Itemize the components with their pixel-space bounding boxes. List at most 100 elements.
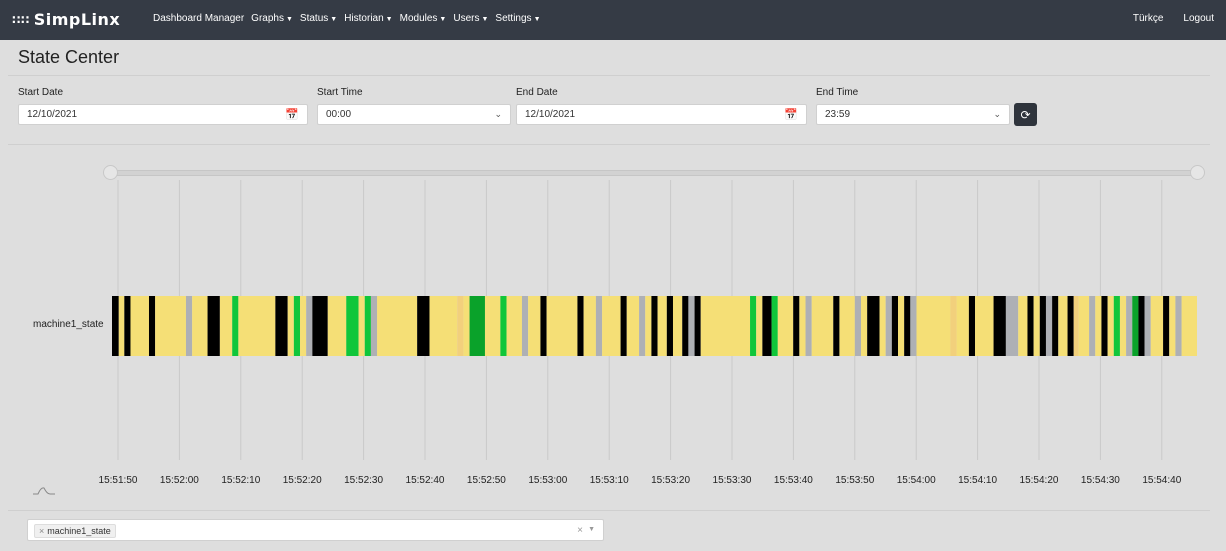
- clear-selection-icon[interactable]: ×: [577, 525, 583, 536]
- state-segment-yellow[interactable]: [429, 296, 458, 356]
- state-segment-yellow[interactable]: [700, 296, 751, 356]
- state-segment-yellow[interactable]: [756, 296, 763, 356]
- state-segment-yellow[interactable]: [300, 296, 307, 356]
- state-segment-yellow[interactable]: [1033, 296, 1040, 356]
- state-segment-black[interactable]: [275, 296, 288, 356]
- state-segment-gray[interactable]: [805, 296, 812, 356]
- state-segment-yellow[interactable]: [657, 296, 667, 356]
- state-segment-gray[interactable]: [688, 296, 695, 356]
- state-segment-gray[interactable]: [910, 296, 917, 356]
- state-segment-yellow[interactable]: [118, 296, 125, 356]
- state-segment-gray[interactable]: [370, 296, 378, 356]
- state-segment-yellow[interactable]: [219, 296, 233, 356]
- state-segment-gray[interactable]: [306, 296, 313, 356]
- series-tag[interactable]: × machine1_state: [34, 524, 116, 538]
- state-segment-yellow[interactable]: [1169, 296, 1176, 356]
- range-slider-track[interactable]: [110, 170, 1204, 176]
- nav-item-users[interactable]: Users ▼: [453, 13, 488, 24]
- state-segment-yellow[interactable]: [155, 296, 186, 356]
- state-segment-black[interactable]: [904, 296, 911, 356]
- start-date-input[interactable]: 12/10/2021 📅: [18, 104, 308, 125]
- state-segment-yellow[interactable]: [811, 296, 834, 356]
- state-segment-yellow[interactable]: [602, 296, 621, 356]
- state-segment-black[interactable]: [1163, 296, 1170, 356]
- state-segment-yellow[interactable]: [546, 296, 578, 356]
- state-segment-yellow[interactable]: [528, 296, 541, 356]
- range-slider-right-handle[interactable]: [1190, 165, 1205, 180]
- nav-item-graphs[interactable]: Graphs ▼: [251, 13, 293, 24]
- state-segment-yellow[interactable]: [358, 296, 365, 356]
- state-segment-gray[interactable]: [1175, 296, 1182, 356]
- state-segment-gray[interactable]: [185, 296, 193, 356]
- state-segment-yellow[interactable]: [975, 296, 994, 356]
- state-segment-yellow[interactable]: [956, 296, 969, 356]
- state-segment-green[interactable]: [750, 296, 757, 356]
- nav-item-status[interactable]: Status ▼: [300, 13, 337, 24]
- state-segment-green[interactable]: [232, 296, 239, 356]
- state-segment-yellow[interactable]: [287, 296, 294, 356]
- state-segment-gray[interactable]: [639, 296, 646, 356]
- chevron-down-icon[interactable]: ▼: [588, 526, 595, 533]
- state-segment-yellow[interactable]: [506, 296, 522, 356]
- brand-logo[interactable]: ∷∷ SimpLinx: [12, 10, 120, 29]
- state-segment-yellow[interactable]: [583, 296, 596, 356]
- state-segment-gray[interactable]: [1089, 296, 1096, 356]
- state-segment-green[interactable]: [346, 296, 359, 356]
- state-segment-black[interactable]: [891, 296, 898, 356]
- state-segment-gray[interactable]: [1005, 296, 1019, 356]
- state-segment-yellow[interactable]: [1078, 296, 1090, 356]
- state-segment-yellow[interactable]: [898, 296, 905, 356]
- state-segment-black[interactable]: [1138, 296, 1145, 356]
- state-segment-black[interactable]: [417, 296, 430, 356]
- state-segment-gray[interactable]: [854, 296, 862, 356]
- state-segment-black[interactable]: [968, 296, 976, 356]
- state-segment-black[interactable]: [651, 296, 658, 356]
- state-segment-black[interactable]: [577, 296, 584, 356]
- state-segment-yellow[interactable]: [192, 296, 208, 356]
- state-segment-yellow[interactable]: [916, 296, 951, 356]
- state-segment-yellow[interactable]: [672, 296, 683, 356]
- state-segment-yellow[interactable]: [327, 296, 347, 356]
- language-link[interactable]: Türkçe: [1133, 13, 1164, 24]
- state-segment-black[interactable]: [682, 296, 689, 356]
- state-segment-black[interactable]: [1027, 296, 1034, 356]
- state-segment-dark_green[interactable]: [1132, 296, 1139, 356]
- state-segment-gray[interactable]: [521, 296, 529, 356]
- state-segment-black[interactable]: [1039, 296, 1046, 356]
- state-segment-black[interactable]: [1067, 296, 1074, 356]
- state-segment-yellow[interactable]: [1181, 296, 1197, 356]
- state-segment-orange[interactable]: [950, 296, 957, 356]
- end-time-select[interactable]: 23:59 ⌄: [816, 104, 1010, 125]
- state-segment-orange[interactable]: [1073, 296, 1079, 356]
- state-segment-green[interactable]: [364, 296, 371, 356]
- state-segment-black[interactable]: [112, 296, 119, 356]
- start-time-select[interactable]: 00:00 ⌄: [317, 104, 511, 125]
- range-slider-left-handle[interactable]: [103, 165, 118, 180]
- state-segment-black[interactable]: [867, 296, 880, 356]
- state-segment-black[interactable]: [540, 296, 547, 356]
- state-segment-black[interactable]: [1052, 296, 1059, 356]
- logout-link[interactable]: Logout: [1183, 13, 1214, 24]
- remove-tag-icon[interactable]: ×: [39, 526, 44, 536]
- refresh-button[interactable]: ⟳: [1014, 103, 1037, 126]
- state-segment-green[interactable]: [293, 296, 301, 356]
- state-segment-yellow[interactable]: [645, 296, 652, 356]
- state-segment-black[interactable]: [762, 296, 772, 356]
- state-segment-yellow[interactable]: [799, 296, 806, 356]
- state-segment-yellow[interactable]: [839, 296, 855, 356]
- state-segment-gray[interactable]: [595, 296, 603, 356]
- nav-item-dashboard-manager[interactable]: Dashboard Manager: [153, 13, 244, 24]
- state-segment-black[interactable]: [993, 296, 1006, 356]
- state-segment-black[interactable]: [666, 296, 673, 356]
- state-segment-black[interactable]: [694, 296, 701, 356]
- state-segment-green[interactable]: [771, 296, 778, 356]
- state-segment-black[interactable]: [833, 296, 840, 356]
- state-segment-yellow[interactable]: [1095, 296, 1102, 356]
- state-segment-yellow[interactable]: [130, 296, 149, 356]
- state-segment-yellow[interactable]: [238, 296, 276, 356]
- state-segment-green[interactable]: [500, 296, 507, 356]
- series-multiselect[interactable]: × machine1_state × ▼: [27, 519, 604, 541]
- state-segment-yellow[interactable]: [463, 296, 470, 356]
- state-segment-yellow[interactable]: [1150, 296, 1164, 356]
- state-segment-yellow[interactable]: [1107, 296, 1114, 356]
